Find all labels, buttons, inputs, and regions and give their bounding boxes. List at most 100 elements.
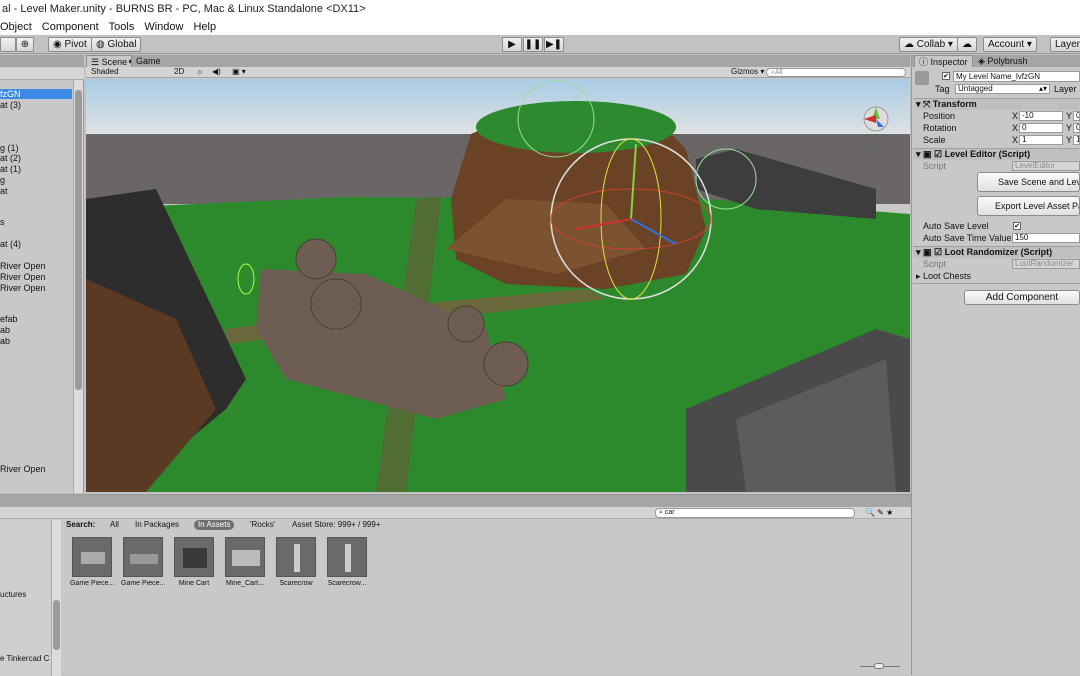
filter-asset-store[interactable]: Asset Store: 999+ / 999+ bbox=[292, 519, 381, 531]
hierarchy-item[interactable]: ab bbox=[0, 325, 10, 335]
scale-x-axis: X bbox=[1012, 135, 1019, 145]
object-name-field[interactable]: My Level Name_lvfzGN bbox=[953, 71, 1080, 82]
rect-tool-icon[interactable] bbox=[0, 37, 16, 52]
pause-button[interactable]: ❚❚ bbox=[523, 37, 543, 52]
scene-tabbar: ☰ Scene ◐ Game bbox=[86, 55, 910, 67]
tab-polybrush[interactable]: ◈ Polybrush bbox=[974, 55, 1031, 67]
hierarchy-search[interactable] bbox=[0, 68, 84, 80]
filter-all[interactable]: All bbox=[110, 519, 119, 531]
gizmos-label: Gizmos bbox=[731, 67, 759, 76]
transform-tool-icon[interactable]: ⊕ bbox=[16, 37, 34, 52]
layers-dropdown[interactable]: Layers bbox=[1050, 37, 1080, 52]
filter-icons[interactable]: 🔍 ✎ ★ bbox=[865, 508, 893, 517]
pivot-toggle[interactable]: ◉ Pivot bbox=[48, 37, 92, 52]
menu-object[interactable]: Object bbox=[0, 21, 32, 33]
persp-label: Persp bbox=[861, 142, 882, 151]
layers-label: Layers bbox=[1055, 39, 1080, 50]
position-x-field[interactable]: -10 bbox=[1019, 111, 1063, 121]
rotation-y-field[interactable]: 0 bbox=[1073, 123, 1080, 133]
hierarchy-item[interactable]: efab bbox=[0, 314, 18, 324]
hierarchy-item[interactable]: at (1) bbox=[0, 164, 21, 174]
auto-save-checkbox[interactable]: ✔ bbox=[1013, 222, 1021, 230]
scene-viewport[interactable]: Persp bbox=[86, 79, 910, 492]
menu-help[interactable]: Help bbox=[193, 21, 216, 33]
hierarchy-scroll-thumb[interactable] bbox=[75, 90, 82, 390]
folders-scroll-thumb[interactable] bbox=[53, 600, 60, 650]
project-search-input[interactable]: ⌕ car bbox=[655, 508, 855, 518]
position-y-field[interactable]: 0 bbox=[1073, 111, 1080, 121]
cloud-icon[interactable]: ☁ bbox=[957, 37, 977, 52]
lighting-icon[interactable]: ☼ bbox=[196, 67, 203, 77]
play-button[interactable]: ▶ bbox=[502, 37, 522, 52]
asset-mine-cart[interactable]: Mine Cart bbox=[172, 537, 216, 587]
tab-game[interactable]: ◐ Game bbox=[124, 55, 164, 67]
hierarchy-item[interactable]: ab bbox=[0, 336, 10, 346]
gizmos-dropdown[interactable]: Gizmos ▾ bbox=[731, 67, 764, 77]
scale-y-field[interactable]: 1 bbox=[1073, 135, 1080, 145]
hierarchy-item[interactable]: at (3) bbox=[0, 100, 21, 110]
menu-tools[interactable]: Tools bbox=[109, 21, 135, 33]
toggle-2d[interactable]: 2D bbox=[174, 67, 184, 77]
audio-icon[interactable]: ◀) bbox=[212, 67, 221, 77]
filter-rocks[interactable]: 'Rocks' bbox=[250, 519, 275, 531]
filter-in-assets[interactable]: In Assets bbox=[194, 520, 235, 530]
folder-item-2[interactable]: e Tinkercad C bbox=[0, 654, 49, 663]
asset-mine-cart-2[interactable]: Mine_Cart... bbox=[223, 537, 267, 587]
level-editor-header[interactable]: ▾ ▣ ☑ Level Editor (Script) bbox=[913, 148, 1080, 160]
folder-item-1[interactable]: uctures bbox=[0, 590, 26, 599]
asset-label: Mine_Cart... bbox=[225, 580, 265, 587]
project-search-value: car bbox=[664, 509, 675, 516]
asset-game-piece-1[interactable]: Game Piece... bbox=[70, 537, 114, 587]
hierarchy-tabbar bbox=[0, 55, 84, 67]
hierarchy-scrollbar[interactable] bbox=[73, 80, 83, 493]
hierarchy-item[interactable]: at (4) bbox=[0, 239, 21, 249]
scale-x-field[interactable]: 1 bbox=[1019, 135, 1063, 145]
cart-wheel-3 bbox=[447, 305, 485, 343]
hierarchy-item[interactable]: River Open bbox=[0, 261, 46, 271]
hierarchy-item[interactable]: g bbox=[0, 175, 5, 185]
orientation-gizmo[interactable] bbox=[863, 106, 889, 132]
menu-window[interactable]: Window bbox=[144, 21, 183, 33]
auto-save-time-label: Auto Save Time Value bbox=[923, 233, 1012, 243]
global-toggle[interactable]: ◍ Global bbox=[91, 37, 142, 52]
active-checkbox[interactable]: ✔ bbox=[942, 72, 950, 80]
collab-button[interactable]: ☁ Collab ▾ bbox=[899, 37, 958, 52]
hierarchy-item[interactable]: at (2) bbox=[0, 153, 21, 163]
menu-component[interactable]: Component bbox=[42, 21, 99, 33]
loot-randomizer-header[interactable]: ▾ ▣ ☑ Loot Randomizer (Script) bbox=[913, 246, 1080, 258]
hierarchy-item[interactable]: s bbox=[0, 217, 5, 227]
tag-label: Tag bbox=[935, 84, 950, 94]
tab-inspector[interactable]: ⓘ Inspector bbox=[914, 55, 973, 67]
filter-in-packages[interactable]: In Packages bbox=[135, 519, 179, 531]
hierarchy-item[interactable]: River Open bbox=[0, 283, 46, 293]
asset-game-piece-2[interactable]: Game Piece... bbox=[121, 537, 165, 587]
menu-bar: Object Component Tools Window Help bbox=[0, 19, 1080, 35]
transform-header[interactable]: ▾ ⤧ Transform bbox=[913, 98, 1080, 110]
asset-scarecrow-2[interactable]: Scarecrow... bbox=[325, 537, 369, 587]
asset-scarecrow[interactable]: Scarecrow bbox=[274, 537, 318, 587]
auto-save-time-field[interactable]: 150 bbox=[1012, 233, 1080, 243]
hierarchy-item[interactable]: River Open bbox=[0, 464, 46, 474]
step-button[interactable]: ▶❚ bbox=[544, 37, 564, 52]
effects-icon[interactable]: ▣ ▾ bbox=[232, 67, 246, 77]
scene-search-input[interactable]: ⌕All bbox=[766, 68, 906, 77]
window-title: al - Level Maker.unity - BURNS BR - PC, … bbox=[0, 0, 1080, 19]
zoom-slider[interactable] bbox=[860, 663, 900, 669]
save-scene-button[interactable]: Save Scene and Level bbox=[977, 172, 1080, 192]
hierarchy-item[interactable]: fzGN bbox=[0, 89, 72, 99]
shading-dropdown[interactable]: Shaded bbox=[91, 67, 119, 77]
export-asset-pack-button[interactable]: Export Level Asset Pack bbox=[977, 196, 1080, 216]
cart-wheel-2 bbox=[310, 278, 362, 330]
hierarchy-item[interactable]: River Open bbox=[0, 272, 46, 282]
folders-scrollbar[interactable] bbox=[51, 520, 61, 676]
rotation-x-field[interactable]: 0 bbox=[1019, 123, 1063, 133]
tag-dropdown[interactable]: Untagged ▴▾ bbox=[955, 84, 1050, 94]
loot-chests-foldout[interactable]: ▸ Loot Chests bbox=[916, 271, 971, 282]
hierarchy-item[interactable]: at bbox=[0, 186, 8, 196]
level-editor-script-label: Script bbox=[923, 161, 947, 171]
cart-wheel-4 bbox=[483, 341, 529, 387]
account-dropdown[interactable]: Account ▾ bbox=[983, 37, 1037, 52]
position-label: Position bbox=[923, 111, 956, 121]
add-component-button[interactable]: Add Component bbox=[964, 290, 1080, 305]
hierarchy-item[interactable]: g (1) bbox=[0, 143, 19, 153]
